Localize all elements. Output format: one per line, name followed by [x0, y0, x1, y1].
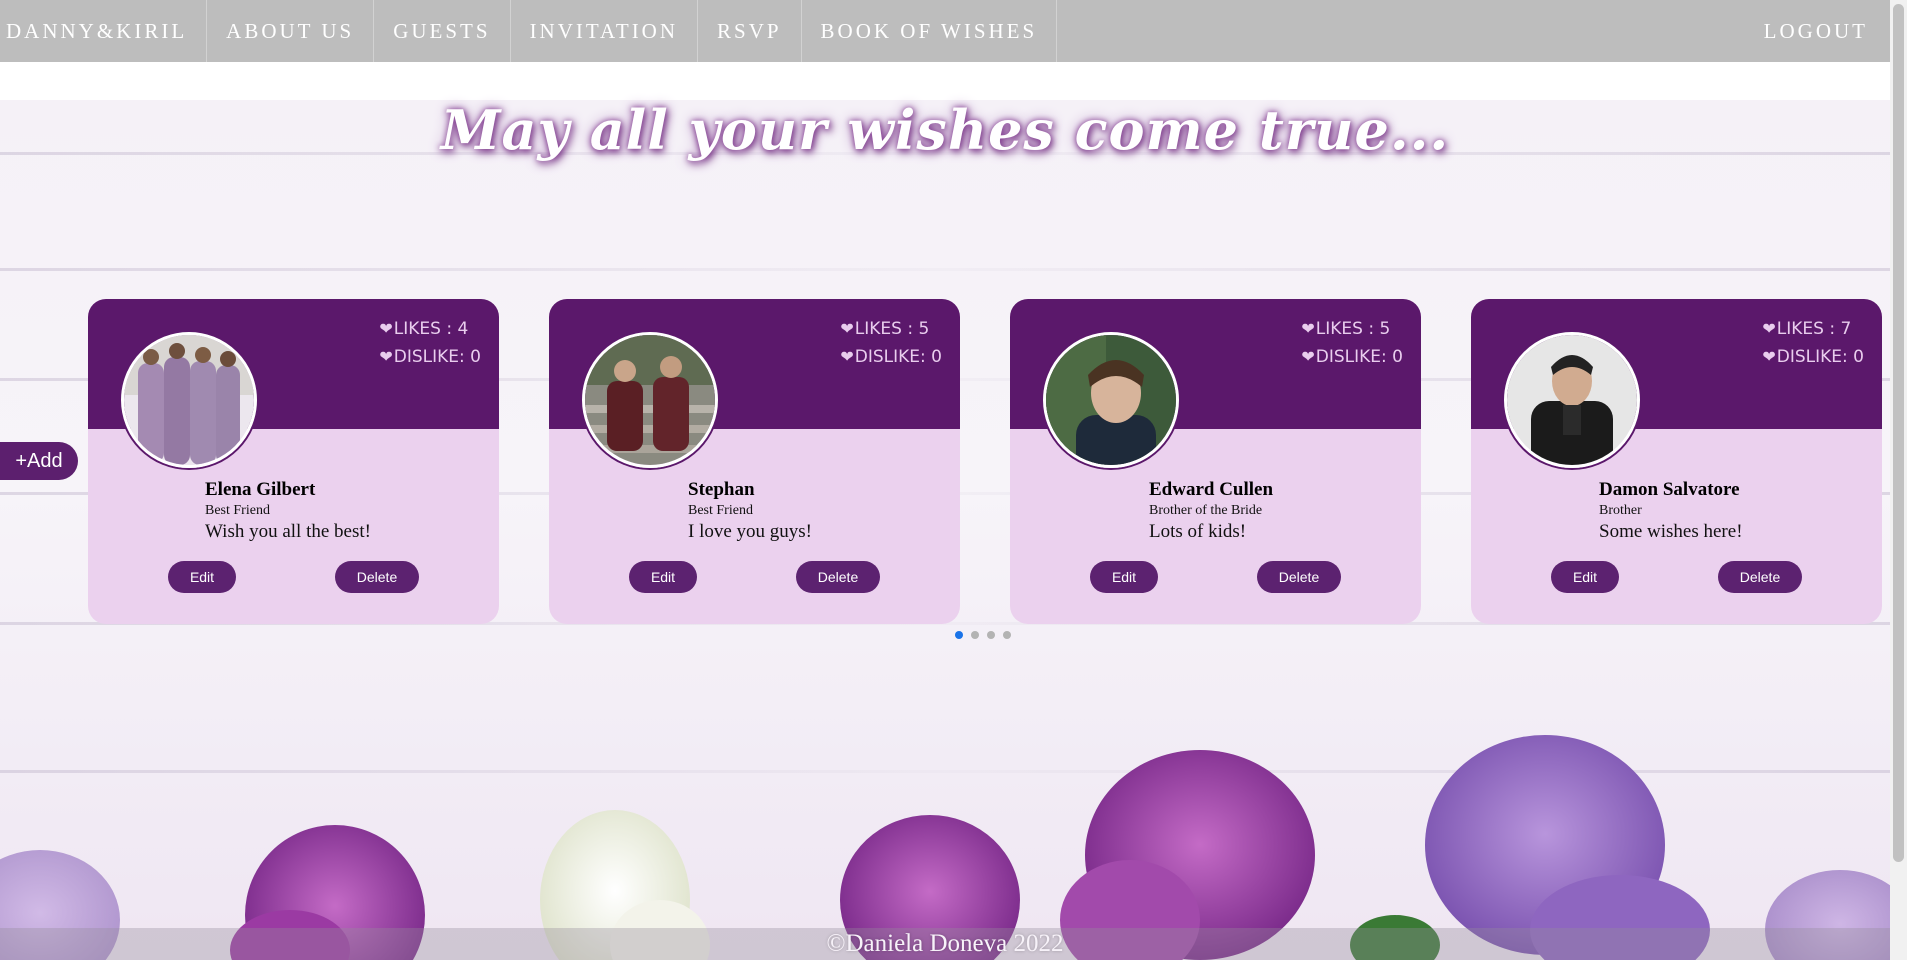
carousel-dot[interactable]: [987, 631, 995, 639]
broken-heart-icon[interactable]: ❤: [1301, 347, 1314, 366]
page-headline: May all your wishes come true...: [440, 98, 1450, 162]
likes-count: LIKES : 7: [1776, 319, 1852, 339]
avatar: [121, 332, 257, 468]
nav-item-invitation[interactable]: INVITATION: [511, 0, 699, 62]
heart-icon[interactable]: ❤: [1301, 319, 1314, 338]
edit-button[interactable]: Edit: [1090, 561, 1158, 593]
likes-count: LIKES : 5: [854, 319, 930, 339]
wish-text: Some wishes here!: [1599, 521, 1743, 542]
wish-text: Lots of kids!: [1149, 521, 1247, 542]
carousel-dot[interactable]: [971, 631, 979, 639]
nav-item-about-us[interactable]: ABOUT US: [207, 0, 375, 62]
likes-count: LIKES : 5: [1315, 319, 1391, 339]
page-scrollbar[interactable]: [1890, 0, 1907, 960]
guest-role: Best Friend: [205, 503, 270, 518]
card-text: Stephan Best Friend I love you guys!: [688, 479, 960, 544]
nav-item-guests[interactable]: GUESTS: [374, 0, 511, 62]
delete-button[interactable]: Delete: [1257, 561, 1341, 593]
card-text: Damon Salvatore Brother Some wishes here…: [1599, 479, 1882, 544]
reaction-counts: ❤LIKES : 5 ❤DISLIKE: 0: [840, 315, 942, 371]
likes-count: LIKES : 4: [393, 319, 469, 339]
delete-button[interactable]: Delete: [1718, 561, 1802, 593]
wish-text: I love you guys!: [688, 521, 813, 542]
wish-text: Wish you all the best!: [205, 521, 371, 542]
guest-name: Damon Salvatore: [1599, 479, 1740, 500]
avatar: [1043, 332, 1179, 468]
guest-name: Stephan: [688, 479, 755, 500]
broken-heart-icon[interactable]: ❤: [840, 347, 853, 366]
wish-card: ❤LIKES : 5 ❤DISLIKE: 0 Stephan Best Frie…: [549, 299, 960, 624]
broken-heart-icon[interactable]: ❤: [1762, 347, 1775, 366]
dislikes-count: DISLIKE: 0: [1776, 347, 1864, 367]
avatar: [582, 332, 718, 468]
add-wish-button[interactable]: +Add: [0, 442, 78, 480]
wish-card: ❤LIKES : 7 ❤DISLIKE: 0 Damon Salvatore B…: [1471, 299, 1882, 624]
wish-card: ❤LIKES : 5 ❤DISLIKE: 0 Edward Cullen Bro…: [1010, 299, 1421, 624]
carousel-dot[interactable]: [1003, 631, 1011, 639]
card-text: Elena Gilbert Best Friend Wish you all t…: [205, 479, 499, 544]
wish-card: ❤LIKES : 4 ❤DISLIKE: 0 Elena Gilbert Bes…: [88, 299, 499, 624]
heart-icon[interactable]: ❤: [379, 319, 392, 338]
guest-name: Elena Gilbert: [205, 479, 316, 500]
nav-item-rsvp[interactable]: RSVP: [698, 0, 802, 62]
nav-brand[interactable]: DANNY&KIRIL: [0, 0, 208, 62]
dislikes-count: DISLIKE: 0: [1315, 347, 1403, 367]
scrollbar-thumb[interactable]: [1893, 4, 1904, 862]
carousel-dot[interactable]: [955, 631, 963, 639]
guest-name: Edward Cullen: [1149, 479, 1274, 500]
reaction-counts: ❤LIKES : 7 ❤DISLIKE: 0: [1762, 315, 1864, 371]
avatar: [1504, 332, 1640, 468]
edit-button[interactable]: Edit: [1551, 561, 1619, 593]
delete-button[interactable]: Delete: [796, 561, 880, 593]
edit-button[interactable]: Edit: [168, 561, 236, 593]
dislikes-count: DISLIKE: 0: [393, 347, 481, 367]
heart-icon[interactable]: ❤: [840, 319, 853, 338]
footer-copyright: ©Daniela Doneva 2022: [0, 928, 1890, 960]
dislikes-count: DISLIKE: 0: [854, 347, 942, 367]
guest-role: Best Friend: [688, 503, 753, 518]
card-text: Edward Cullen Brother of the Bride Lots …: [1149, 479, 1421, 544]
logout-link[interactable]: LOGOUT: [1745, 0, 1890, 62]
edit-button[interactable]: Edit: [629, 561, 697, 593]
top-navbar: DANNY&KIRIL ABOUT US GUESTS INVITATION R…: [0, 0, 1890, 62]
carousel-indicators: [955, 631, 1011, 639]
guest-role: Brother of the Bride: [1149, 503, 1263, 518]
reaction-counts: ❤LIKES : 5 ❤DISLIKE: 0: [1301, 315, 1403, 371]
broken-heart-icon[interactable]: ❤: [379, 347, 392, 366]
nav-item-book-of-wishes[interactable]: BOOK OF WISHES: [802, 0, 1058, 62]
reaction-counts: ❤LIKES : 4 ❤DISLIKE: 0: [379, 315, 481, 371]
guest-role: Brother: [1599, 503, 1642, 518]
delete-button[interactable]: Delete: [335, 561, 419, 593]
heart-icon[interactable]: ❤: [1762, 319, 1775, 338]
